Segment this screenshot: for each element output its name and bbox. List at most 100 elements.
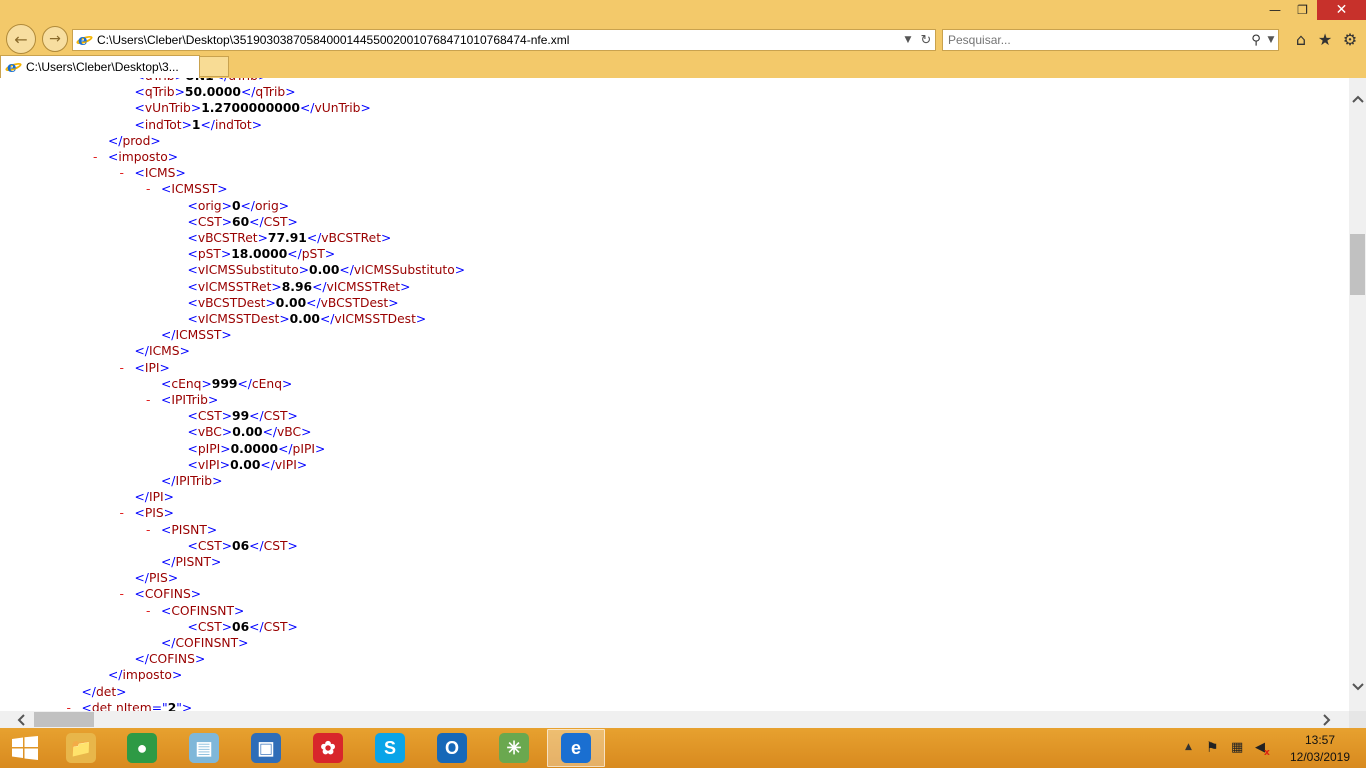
collapse-toggle[interactable]: - (120, 360, 124, 376)
start-button[interactable] (0, 728, 50, 768)
tag-name: indTot (214, 117, 252, 132)
close-button[interactable]: ✕ (1317, 0, 1366, 20)
xml-line: </COFINSNT> (161, 635, 248, 651)
skype-icon: S (375, 733, 405, 763)
search-input[interactable] (948, 33, 1248, 47)
taskbar-app-file-explorer[interactable]: 📁 (52, 729, 110, 767)
tag-name: vBC (197, 425, 222, 440)
remote-desktop-icon: ▣ (251, 733, 281, 763)
xml-line: <vICMSSTDest>0.00</vICMSSTDest> (188, 311, 427, 327)
taskbar-app-outlook[interactable]: O (423, 729, 481, 767)
tag-bracket: > (271, 279, 282, 294)
back-button[interactable]: ← (6, 24, 36, 54)
tag-bracket: </ (299, 101, 315, 116)
element-value: 60 (232, 214, 250, 229)
tag-bracket: > (415, 312, 427, 326)
tools-gear-icon[interactable]: ⚙ (1339, 28, 1361, 50)
scroll-up-icon[interactable] (1349, 92, 1366, 106)
tag-name: CST (263, 409, 288, 424)
vertical-scroll-thumb[interactable] (1350, 234, 1365, 295)
forward-button[interactable]: → (42, 26, 68, 52)
refresh-icon[interactable]: ↻ (917, 33, 935, 48)
tag-name: vICMSSTRet (197, 279, 272, 294)
tag-bracket: > (265, 295, 276, 310)
element-value: 06 (232, 619, 250, 634)
collapse-toggle[interactable]: - (146, 392, 150, 408)
new-tab-button[interactable] (200, 56, 229, 77)
collapse-toggle[interactable]: - (120, 165, 124, 181)
tag-bracket: > (282, 376, 293, 391)
tab-label: C:\Users\Cleber\Desktop\3... (26, 60, 179, 74)
taskbar-app-internet-explorer[interactable]: e (547, 729, 605, 767)
tag-name: prod (122, 133, 151, 148)
tag-bracket: < (187, 263, 198, 278)
tag-bracket: </ (161, 555, 176, 569)
taskbar-app-network-app[interactable]: ✳ (485, 729, 543, 767)
clock-time[interactable]: 13:57 (1288, 733, 1352, 747)
taskbar-app-remote-desktop[interactable]: ▣ (237, 729, 295, 767)
taskbar: 📁 ● ▤ ▣ ✿ S O ✳ e ▲ ⚑ ▦ ◀ x 13:57 12/03/2019 (0, 728, 1366, 768)
tag-bracket: > (287, 214, 298, 229)
tag-bracket: </ (200, 117, 215, 132)
taskbar-app-skype[interactable]: S (361, 729, 419, 767)
tag-name: qTrib (255, 85, 286, 100)
tag-bracket: < (187, 441, 198, 456)
xml-line: <CST>06</CST> (188, 538, 298, 554)
forward-arrow-icon: → (49, 31, 61, 47)
tag-name: ICMSST (175, 328, 222, 343)
tray-overflow-icon[interactable]: ▲ (1185, 742, 1192, 752)
collapse-toggle[interactable]: - (120, 586, 124, 602)
address-dropdown-icon[interactable]: ▼ (899, 35, 917, 45)
element-value: UN1 (185, 78, 214, 83)
xml-line: <vUnTrib>1.2700000000</vUnTrib> (135, 100, 371, 116)
element-value: 0.00 (309, 263, 340, 278)
tag-bracket: </ (161, 636, 176, 650)
tag-bracket: > (201, 376, 212, 391)
favorites-star-icon[interactable]: ★ (1314, 28, 1336, 50)
tag-bracket: < (187, 247, 198, 262)
collapse-toggle[interactable]: - (67, 700, 71, 711)
horizontal-scroll-thumb[interactable] (34, 712, 94, 727)
tag-name: uTrib (145, 78, 175, 83)
scroll-down-icon[interactable] (1349, 680, 1366, 694)
tag-bracket: < (134, 117, 145, 132)
search-box[interactable]: ⚲ ▼ (942, 29, 1279, 51)
tag-name: CST (197, 214, 222, 229)
collapse-toggle[interactable]: - (120, 505, 124, 521)
tag-bracket: > (181, 700, 193, 711)
search-icon[interactable]: ⚲ (1248, 33, 1264, 48)
tag-bracket: > (179, 344, 190, 359)
address-bar[interactable]: e C:\Users\Cleber\Desktop\35190303870584… (72, 29, 936, 51)
search-dropdown-icon[interactable]: ▼ (1264, 35, 1278, 45)
scroll-right-icon[interactable] (1320, 711, 1334, 728)
network-icon[interactable]: ▦ (1231, 740, 1243, 755)
collapse-toggle[interactable]: - (146, 522, 150, 538)
taskbar-app-app-red[interactable]: ✿ (299, 729, 357, 767)
tag-name: orig (254, 198, 279, 213)
back-arrow-icon: ← (14, 29, 28, 49)
tag-name: vUnTrib (314, 101, 361, 116)
scroll-left-icon[interactable] (14, 711, 28, 728)
minimize-button[interactable]: — (1262, 0, 1288, 20)
restore-button[interactable]: ❐ (1289, 0, 1316, 20)
ie-page-icon: e (75, 31, 94, 49)
taskbar-app-notepad[interactable]: ▤ (175, 729, 233, 767)
collapse-toggle[interactable]: - (146, 603, 150, 619)
horizontal-scrollbar[interactable] (0, 711, 1349, 728)
home-icon[interactable]: ⌂ (1290, 28, 1312, 50)
volume-muted-icon: x (1264, 748, 1270, 758)
clock-date[interactable]: 12/03/2019 (1288, 750, 1352, 764)
tag-name: qTrib (144, 85, 175, 100)
tag-bracket: < (108, 150, 119, 164)
collapse-toggle[interactable]: - (146, 181, 150, 197)
action-center-flag-icon[interactable]: ⚑ (1206, 740, 1219, 756)
tag-bracket: </ (249, 619, 264, 634)
taskbar-app-chrome[interactable]: ● (113, 729, 171, 767)
vertical-scrollbar[interactable] (1349, 78, 1366, 711)
xml-viewport: <uTrib>UN1</uTrib><qTrib>50.0000</qTrib>… (0, 78, 1349, 711)
tag-bracket: < (161, 603, 172, 618)
address-text[interactable]: C:\Users\Cleber\Desktop\3519030387058400… (97, 33, 899, 47)
tab-active[interactable]: e C:\Users\Cleber\Desktop\3... (0, 55, 200, 78)
tag-name: indTot (144, 117, 182, 132)
collapse-toggle[interactable]: - (93, 149, 97, 165)
